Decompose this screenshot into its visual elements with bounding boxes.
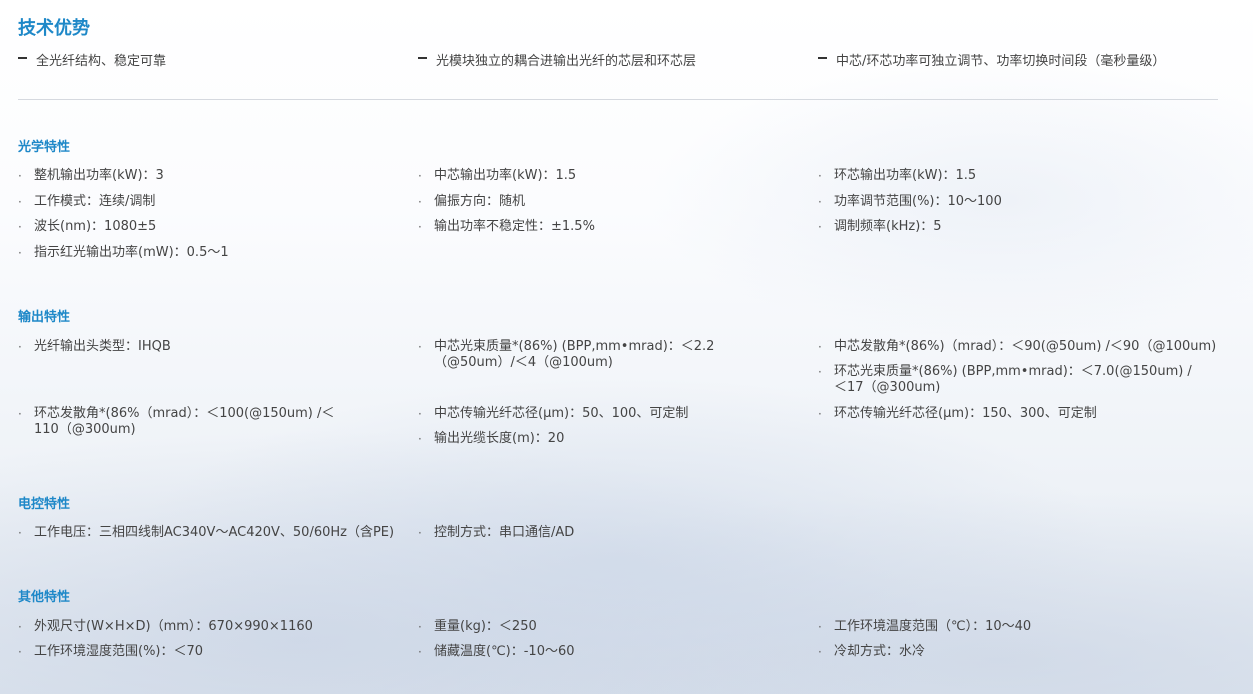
- spec-item: · 输出光缆长度(m)：20: [418, 431, 565, 446]
- advantage-item: 中芯/环芯功率可独立调节、功率切换时间段（毫秒量级）: [818, 50, 1165, 69]
- spec-item: · 工作模式：连续/调制: [18, 194, 156, 209]
- spec-item: · 输出功率不稳定性：±1.5%: [418, 219, 595, 234]
- spec-item: · 环芯光束质量*(86%) (BPP,mm•mrad)：＜7.0(@150um)…: [818, 364, 1192, 395]
- spec-item: · 光纤输出头类型：IHQB: [18, 339, 171, 354]
- other-section-title: 其他特性: [18, 590, 71, 605]
- spec-item: · 中芯输出功率(kW)：1.5: [418, 168, 577, 183]
- spec-item: · 中芯发散角*(86%)（mrad）：＜90(@50um) /＜90（@100u…: [818, 339, 1217, 354]
- bullet-icon: ·: [18, 620, 22, 634]
- bullet-icon: ·: [418, 169, 422, 183]
- bullet-icon: ·: [18, 340, 22, 354]
- bullet-icon: ·: [818, 340, 822, 354]
- spec-item: · 工作电压：三相四线制AC340V～AC420V、50/60Hz（含PE): [18, 525, 395, 540]
- spec-item: · 外观尺寸(W×H×D)（mm）：670×990×1160: [18, 619, 313, 634]
- bullet-icon: ·: [18, 246, 22, 260]
- bullet-icon: ·: [418, 645, 422, 659]
- spec-item: · 环芯发散角*(86%（mrad）：＜100(@150um) /＜110（@30…: [18, 406, 335, 437]
- optical-section-title: 光学特性: [18, 140, 71, 155]
- bullet-icon: ·: [418, 620, 422, 634]
- bullet-icon: ·: [818, 645, 822, 659]
- spec-item: · 指示红光输出功率(mW)：0.5～1: [18, 245, 229, 260]
- spec-item: · 冷却方式：水冷: [818, 644, 926, 659]
- spec-item: · 控制方式：串口通信/AD: [418, 525, 575, 540]
- spec-item: · 环芯传输光纤芯径(μm)：150、300、可定制: [818, 406, 1097, 421]
- bullet-icon: ·: [418, 526, 422, 540]
- electrical-section-title: 电控特性: [18, 497, 71, 512]
- dash-icon: [18, 57, 27, 59]
- bullet-icon: ·: [18, 220, 22, 234]
- bullet-icon: ·: [18, 407, 22, 421]
- advantage-item: 光模块独立的耦合进输出光纤的芯层和环芯层: [418, 50, 696, 69]
- bullet-icon: ·: [418, 195, 422, 209]
- spec-item: · 工作环境湿度范围(%)：＜70: [18, 644, 204, 659]
- advantage-text: 中芯/环芯功率可独立调节、功率切换时间段（毫秒量级）: [836, 54, 1166, 69]
- spec-item: · 中芯光束质量*(86%) (BPP,mm•mrad)：＜2.2（@50um）/…: [418, 339, 715, 370]
- spec-item: · 功率调节范围(%)：10～100: [818, 194, 1002, 209]
- dash-icon: [818, 57, 827, 59]
- spec-item: · 中芯传输光纤芯径(μm)：50、100、可定制: [418, 406, 689, 421]
- bullet-icon: ·: [418, 220, 422, 234]
- advantage-text: 光模块独立的耦合进输出光纤的芯层和环芯层: [436, 54, 697, 69]
- spec-item: · 环芯输出功率(kW)：1.5: [818, 168, 977, 183]
- bullet-icon: ·: [818, 620, 822, 634]
- bullet-icon: ·: [818, 365, 822, 379]
- bullet-icon: ·: [418, 432, 422, 446]
- dash-icon: [418, 57, 427, 59]
- divider: [18, 99, 1218, 100]
- bullet-icon: ·: [18, 645, 22, 659]
- advantage-text: 全光纤结构、稳定可靠: [36, 54, 167, 69]
- advantage-item: 全光纤结构、稳定可靠: [18, 50, 166, 69]
- advantages-title: 技术优势: [18, 18, 90, 39]
- bullet-icon: ·: [818, 169, 822, 183]
- spec-item: · 重量(kg)：＜250: [418, 619, 537, 634]
- bullet-icon: ·: [818, 407, 822, 421]
- spec-item: · 工作环境温度范围（℃）：10～40: [818, 619, 1032, 634]
- bullet-icon: ·: [818, 220, 822, 234]
- output-section-title: 输出特性: [18, 310, 71, 325]
- bullet-icon: ·: [818, 195, 822, 209]
- spec-item: · 波长(nm)：1080±5: [18, 219, 157, 234]
- spec-item: · 偏振方向：随机: [418, 194, 526, 209]
- spec-item: · 储藏温度(℃)：-10～60: [418, 644, 575, 659]
- bullet-icon: ·: [18, 169, 22, 183]
- spec-item: · 整机输出功率(kW)：3: [18, 168, 164, 183]
- bullet-icon: ·: [418, 407, 422, 421]
- bullet-icon: ·: [18, 526, 22, 540]
- bullet-icon: ·: [18, 195, 22, 209]
- bullet-icon: ·: [418, 340, 422, 354]
- spec-item: · 调制频率(kHz)：5: [818, 219, 942, 234]
- spec-page: 技术优势 全光纤结构、稳定可靠 光模块独立的耦合进输出光纤的芯层和环芯层 中芯/…: [0, 0, 1253, 694]
